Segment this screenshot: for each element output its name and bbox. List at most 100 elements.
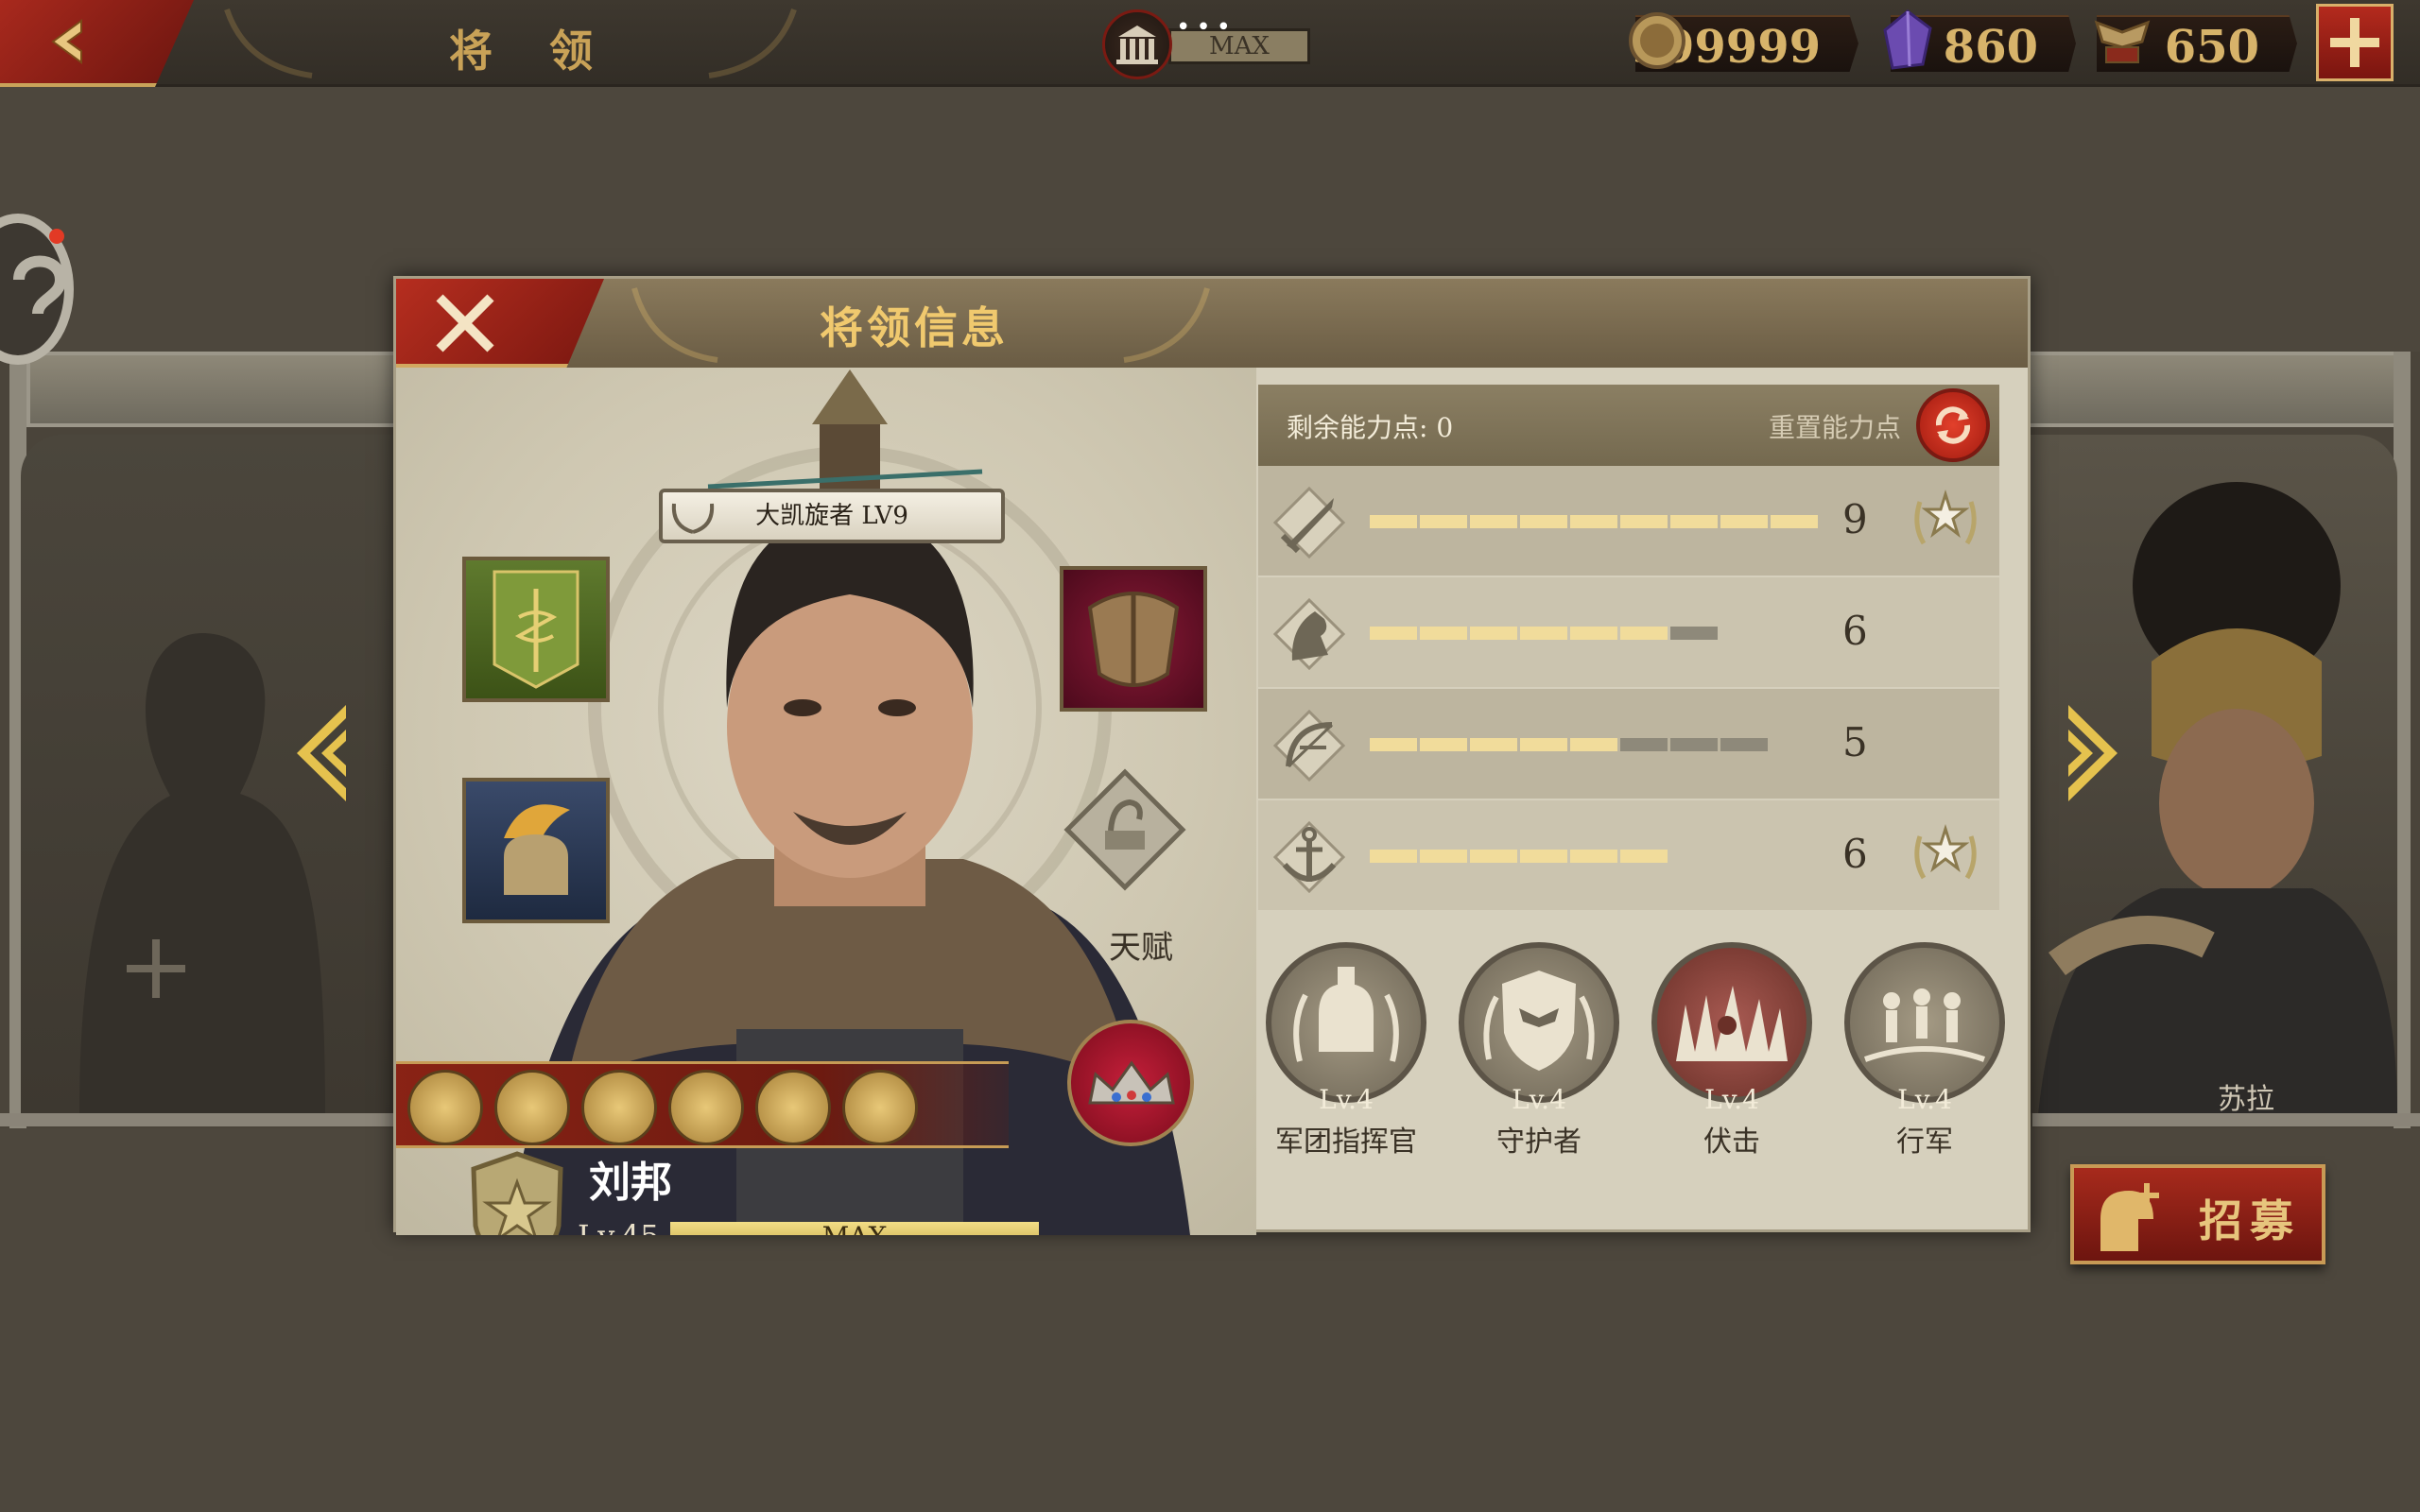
stat-segment xyxy=(1420,850,1467,863)
stat-segment xyxy=(1670,738,1718,751)
crown-icon xyxy=(1088,1060,1175,1105)
ability-points-bar: 剩余能力点: 0 重置能力点 xyxy=(1258,385,1999,466)
previous-hero-arrow-icon[interactable] xyxy=(287,701,354,805)
building-level-widget[interactable]: MAX ••• xyxy=(1102,8,1320,81)
chest-badge-icon[interactable] xyxy=(581,1070,657,1145)
add-hero-plus-icon[interactable] xyxy=(123,936,189,1002)
gem-value: 860 xyxy=(1943,21,2038,74)
back-button[interactable] xyxy=(0,0,194,87)
horse-icon xyxy=(1273,598,1345,670)
skill-guardian[interactable] xyxy=(1459,942,1619,1103)
shield-eagle-icon xyxy=(1483,971,1595,1071)
crown-button[interactable] xyxy=(1067,1020,1194,1146)
hero-portrait-panel: 大凯旋者 LV9 天赋 刘邦 xyxy=(396,368,1256,1235)
stat-segment xyxy=(1370,515,1417,528)
close-icon xyxy=(436,294,494,352)
helmet-plus-icon xyxy=(2100,1183,2159,1251)
coin-icon xyxy=(1629,12,1685,69)
gate-badge-icon[interactable] xyxy=(668,1070,744,1145)
tower-badge-icon[interactable] xyxy=(755,1070,831,1145)
laurel-star-icon xyxy=(1914,489,1977,545)
plus-icon xyxy=(2330,18,2379,67)
recruit-label: 招募 xyxy=(2199,1195,2301,1246)
stat-row: 5 xyxy=(1258,689,1999,799)
reset-points-button[interactable] xyxy=(1916,388,1990,462)
stat-row: 6 xyxy=(1258,800,1999,910)
hero-silhouette-icon xyxy=(79,633,325,1115)
recruit-button[interactable]: 招募 xyxy=(2070,1164,2325,1264)
laurel-icon xyxy=(671,503,715,534)
skill-march[interactable] xyxy=(1844,942,2005,1103)
skill-name: 伏击 xyxy=(1703,1125,1760,1159)
stat-segment xyxy=(1570,850,1617,863)
reset-points-label: 重置能力点 xyxy=(1769,412,1902,443)
stat-segment xyxy=(1370,627,1417,640)
stat-segment xyxy=(1520,627,1567,640)
march-icon xyxy=(1864,988,1985,1062)
skill-name: 军团指挥官 xyxy=(1275,1125,1417,1159)
laurel-decoration-icon xyxy=(1123,287,1210,363)
skill-level: Lv.4 xyxy=(1897,1084,1952,1115)
hero-name: 刘邦 xyxy=(589,1159,672,1207)
fist-badge-icon[interactable] xyxy=(494,1070,570,1145)
stat-value: 6 xyxy=(1842,831,1868,877)
shield-badge-icon[interactable] xyxy=(407,1070,483,1145)
ambush-icon xyxy=(1676,986,1788,1061)
floor-line xyxy=(0,1113,397,1126)
skill-legion-commander[interactable] xyxy=(1266,942,1426,1103)
gem-icon xyxy=(1883,9,1932,70)
talent-label: 天赋 xyxy=(1109,929,1173,967)
stat-segment xyxy=(1670,627,1718,640)
stat-segment xyxy=(1420,738,1467,751)
remaining-points-label: 剩余能力点: 0 xyxy=(1287,412,1454,443)
general-info-modal: 将领信息 大凯旋者 LV9 天赋 刘邦 剩余能力点: 0 重置能力点 9 6 5… xyxy=(393,276,2031,1235)
mercury-banner-icon xyxy=(493,570,579,689)
stat-segment xyxy=(1470,738,1517,751)
stat-segment xyxy=(1620,738,1668,751)
progress-dots: ••• xyxy=(1176,13,1237,42)
stat-segment xyxy=(1620,627,1668,640)
skill-level: Lv.4 xyxy=(1704,1084,1759,1115)
next-hero-name: 苏拉 xyxy=(2218,1083,2274,1116)
exp-bar: MAX xyxy=(670,1222,1039,1235)
stat-segment xyxy=(1370,738,1417,751)
skill-ambush[interactable] xyxy=(1651,942,1812,1103)
skill-level: Lv.4 xyxy=(1512,1084,1566,1115)
stat-segment xyxy=(1470,515,1517,528)
rank-star-shield-icon xyxy=(471,1151,563,1235)
stat-segment xyxy=(1570,627,1617,640)
banner-equipment-slot[interactable] xyxy=(462,557,610,702)
modal-header: 将领信息 xyxy=(396,279,2028,368)
helmet-equipment-slot[interactable] xyxy=(462,778,610,923)
stat-segment xyxy=(1420,627,1467,640)
add-resource-button[interactable] xyxy=(2316,4,2394,81)
chevron-left-icon xyxy=(51,19,82,64)
stat-value: 9 xyxy=(1842,496,1868,542)
page-title: 将 领 xyxy=(449,26,614,77)
stat-segment xyxy=(1420,515,1467,528)
bow-icon xyxy=(1273,710,1345,782)
spqr-value: 650 xyxy=(2164,21,2259,74)
title-badge-label: 大凯旋者 LV9 xyxy=(755,502,908,530)
stat-segment xyxy=(1670,515,1718,528)
refresh-icon xyxy=(1935,406,1971,444)
stat-segment xyxy=(1370,850,1417,863)
anchor-icon xyxy=(1273,821,1345,893)
laurel-decoration-icon xyxy=(708,9,797,78)
helmet-laurel-icon xyxy=(1293,967,1399,1062)
next-hero-arrow-icon[interactable] xyxy=(2061,701,2127,805)
shield-equipment-slot[interactable] xyxy=(1060,566,1207,712)
talent-diamond-icon[interactable] xyxy=(1063,768,1186,891)
stat-segment xyxy=(1771,515,1818,528)
stat-segment xyxy=(1470,627,1517,640)
modal-title: 将领信息 xyxy=(820,302,1009,353)
stat-row: 9 xyxy=(1258,466,1999,576)
stat-segment xyxy=(1520,515,1567,528)
top-bar: 将 领 MAX ••• 999999 860 650 xyxy=(0,0,2420,87)
sword-icon xyxy=(1273,487,1345,558)
compass-badge-icon[interactable] xyxy=(842,1070,918,1145)
spqr-eagle-icon xyxy=(2094,20,2151,63)
laurel-decoration-icon xyxy=(631,287,718,363)
notification-dot xyxy=(49,229,64,244)
round-shield-icon xyxy=(1087,592,1180,687)
